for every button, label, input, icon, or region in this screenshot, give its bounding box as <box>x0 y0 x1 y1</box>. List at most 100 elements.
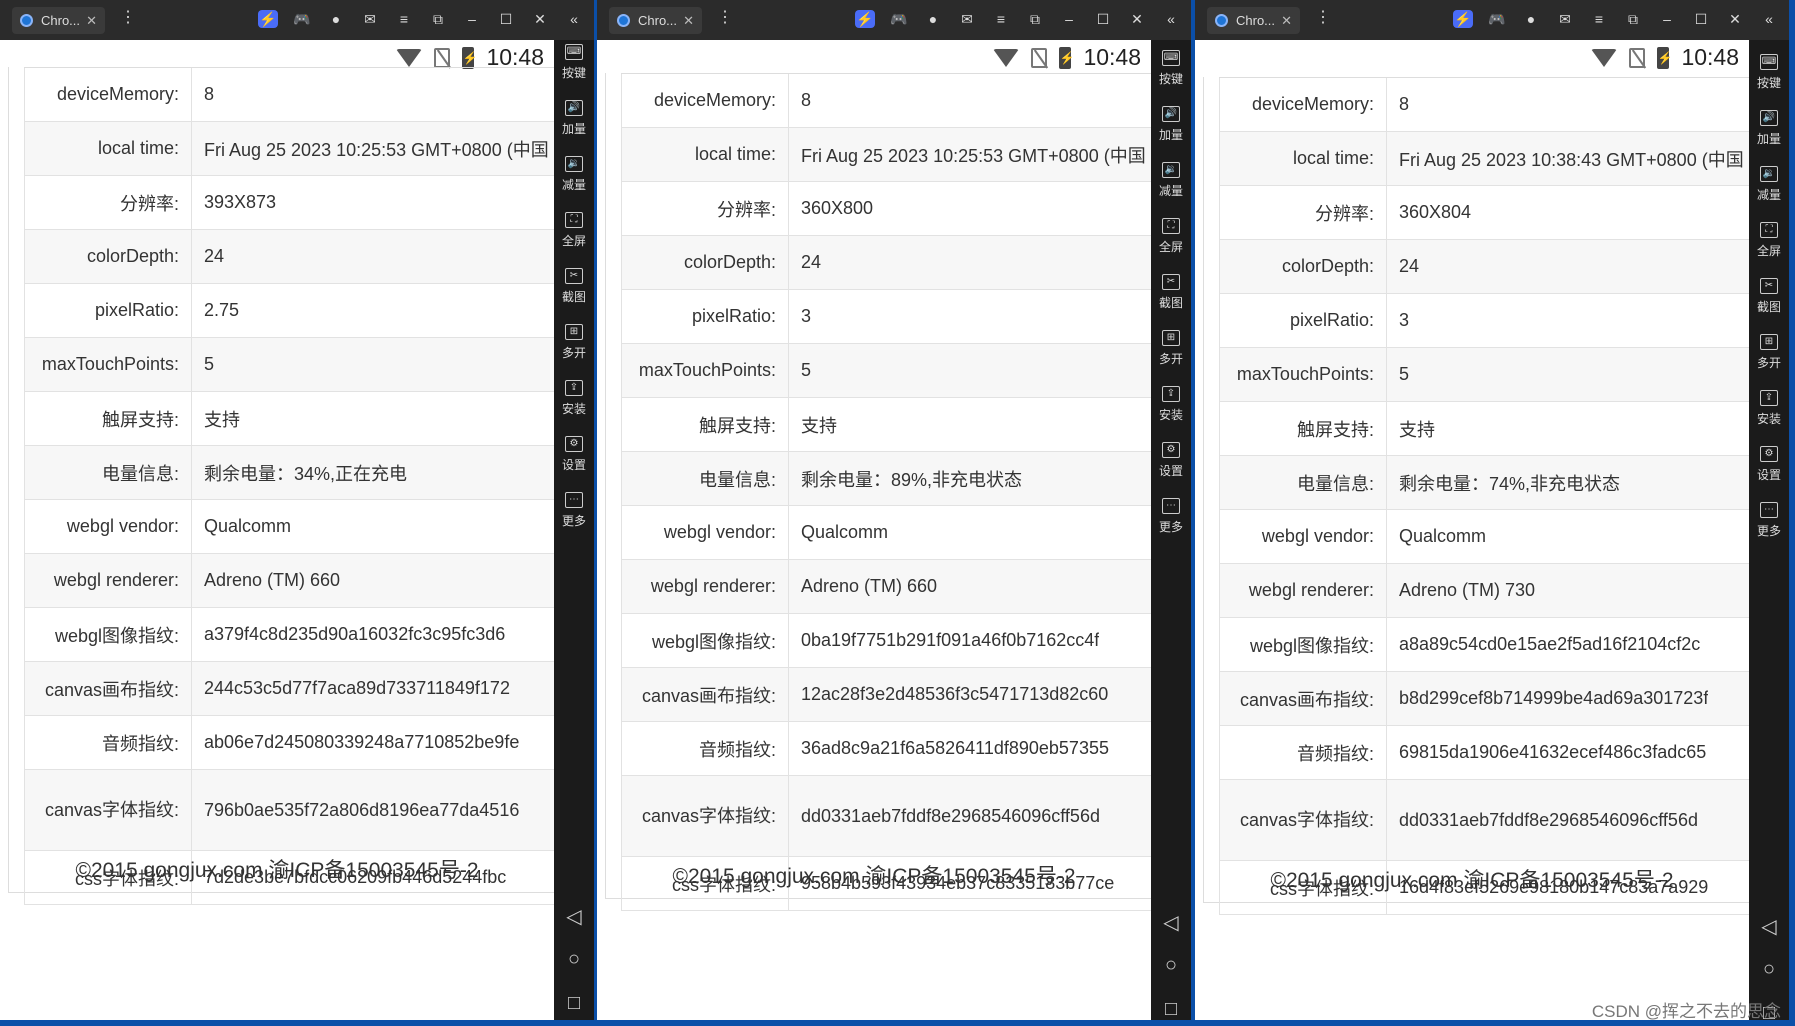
sidebar-icon: ⋯ <box>1162 498 1180 514</box>
minimize-icon[interactable]: – <box>1059 10 1079 28</box>
row-value: a379f4c8d235d90a16032fc3c95fc3d6 <box>204 624 506 644</box>
sidebar-button[interactable]: ⊞ 多开 <box>1749 334 1789 371</box>
sidebar-button[interactable]: ✂ 截图 <box>1749 278 1789 315</box>
table-row: canvas字体指纹: 796b0ae535f72a806d8196ea77da4… <box>24 770 554 851</box>
sidebar-button[interactable]: 🔉 减量 <box>554 156 594 193</box>
table-row: local time: Fri Aug 25 2023 10:25:53 GMT+… <box>24 122 554 176</box>
maximize-icon[interactable]: ☐ <box>496 10 516 28</box>
sidebar-button[interactable]: ⛶ 全屏 <box>1151 218 1191 255</box>
tab-close-icon[interactable]: ✕ <box>683 13 694 29</box>
sidebar-label: 截图 <box>561 290 586 304</box>
bolt-icon[interactable]: ⚡ <box>855 10 875 28</box>
sidebar-label: 更多 <box>561 514 586 528</box>
sidebar-button[interactable]: 🔉 减量 <box>1749 166 1789 203</box>
sidebar-button[interactable]: 🔉 减量 <box>1151 162 1191 199</box>
sidebar-button[interactable]: ✂ 截图 <box>1151 274 1191 311</box>
row-label: 电量信息: <box>622 452 789 505</box>
sidebar-icon: ⋯ <box>565 492 583 508</box>
wifi-icon <box>1591 48 1618 67</box>
bolt-icon[interactable]: ⚡ <box>258 10 278 28</box>
popout-icon[interactable]: ⧉ <box>1623 10 1643 28</box>
hamburger-menu-icon[interactable]: ≡ <box>394 10 414 28</box>
menu-kebab-icon[interactable]: ⋮ <box>1315 10 1331 26</box>
sidebar-button[interactable]: ⋯ 更多 <box>1151 498 1191 535</box>
tab-close-icon[interactable]: ✕ <box>86 13 97 29</box>
row-label: webgl vendor: <box>1220 510 1387 563</box>
bolt-icon[interactable]: ⚡ <box>1453 10 1473 28</box>
minimize-icon[interactable]: – <box>1657 10 1677 28</box>
sidebar-button[interactable]: ⇪ 安装 <box>1749 390 1789 427</box>
browser-tab[interactable]: Chro... ✕ <box>1207 7 1300 34</box>
close-icon[interactable]: ✕ <box>1127 10 1147 28</box>
table-row: webgl vendor: Qualcomm <box>1219 510 1749 564</box>
collapse-icon[interactable]: « <box>564 10 584 28</box>
gamepad-icon[interactable]: 🎮 <box>1487 10 1507 28</box>
sidebar-icon: ⇪ <box>1162 386 1180 402</box>
row-value: 3 <box>1399 310 1410 330</box>
table-row: 触屏支持: 支持 <box>1219 402 1749 456</box>
avatar-icon[interactable]: ● <box>1521 10 1541 28</box>
sidebar-button[interactable]: ⛶ 全屏 <box>554 212 594 249</box>
gamepad-icon[interactable]: 🎮 <box>292 10 312 28</box>
back-nav-icon[interactable]: ◁ <box>554 904 594 929</box>
back-nav-icon[interactable]: ◁ <box>1151 910 1191 935</box>
recents-nav-icon[interactable]: □ <box>1151 998 1191 1021</box>
row-label: 电量信息: <box>25 446 192 499</box>
status-clock: 10:48 <box>1083 44 1141 70</box>
menu-kebab-icon[interactable]: ⋮ <box>120 10 136 26</box>
home-nav-icon[interactable]: ○ <box>1749 958 1789 981</box>
sidebar-button[interactable]: ⚙ 设置 <box>1749 446 1789 483</box>
sidebar-button[interactable]: 🔊 加量 <box>1151 106 1191 143</box>
sidebar-button[interactable]: 🔊 加量 <box>1749 110 1789 147</box>
back-nav-icon[interactable]: ◁ <box>1749 914 1789 939</box>
tab-close-icon[interactable]: ✕ <box>1281 13 1292 29</box>
hamburger-menu-icon[interactable]: ≡ <box>1589 10 1609 28</box>
sidebar-button[interactable]: ⇪ 安装 <box>554 380 594 417</box>
browser-tab[interactable]: Chro... ✕ <box>609 7 702 34</box>
sidebar-label: 多开 <box>1756 356 1781 370</box>
row-value: Fri Aug 25 2023 10:25:53 GMT+0800 (中国 <box>801 145 1146 166</box>
sidebar-button[interactable]: ⊞ 多开 <box>554 324 594 361</box>
sidebar-button[interactable]: ⊞ 多开 <box>1151 330 1191 367</box>
table-row: pixelRatio: 3 <box>1219 294 1749 348</box>
sidebar-button[interactable]: ✂ 截图 <box>554 268 594 305</box>
table-row: 分辨率: 393X873 <box>24 176 554 230</box>
footer-text: ©2015 gongjux.com 渝ICP备15003545号-2 <box>1270 869 1674 892</box>
popout-icon[interactable]: ⧉ <box>428 10 448 28</box>
sidebar-button[interactable]: ⌨ 按键 <box>1151 50 1191 87</box>
sidebar-button[interactable]: ⋯ 更多 <box>1749 502 1789 539</box>
row-value: 36ad8c9a21f6a5826411df890eb57355 <box>801 738 1109 758</box>
avatar-icon[interactable]: ● <box>326 10 346 28</box>
minimize-icon[interactable]: – <box>462 10 482 28</box>
sidebar-button[interactable]: ⛶ 全屏 <box>1749 222 1789 259</box>
sidebar-button[interactable]: ⌨ 按键 <box>1749 54 1789 91</box>
sidebar-button[interactable]: ⌨ 按键 <box>554 44 594 81</box>
popout-icon[interactable]: ⧉ <box>1025 10 1045 28</box>
mail-icon[interactable]: ✉ <box>957 10 977 28</box>
home-nav-icon[interactable]: ○ <box>1151 954 1191 977</box>
mail-icon[interactable]: ✉ <box>1555 10 1575 28</box>
maximize-icon[interactable]: ☐ <box>1093 10 1113 28</box>
collapse-icon[interactable]: « <box>1161 10 1181 28</box>
close-icon[interactable]: ✕ <box>530 10 550 28</box>
gamepad-icon[interactable]: 🎮 <box>889 10 909 28</box>
row-value: 69815da1906e41632ecef486c3fadc65 <box>1399 742 1707 762</box>
home-nav-icon[interactable]: ○ <box>554 948 594 971</box>
collapse-icon[interactable]: « <box>1759 10 1779 28</box>
avatar-icon[interactable]: ● <box>923 10 943 28</box>
sidebar-button[interactable]: ⚙ 设置 <box>1151 442 1191 479</box>
sidebar-button[interactable]: 🔊 加量 <box>554 100 594 137</box>
menu-kebab-icon[interactable]: ⋮ <box>717 10 733 26</box>
mail-icon[interactable]: ✉ <box>360 10 380 28</box>
battery-icon: ⚡ <box>1657 46 1672 69</box>
recents-nav-icon[interactable]: □ <box>554 992 594 1015</box>
browser-tab[interactable]: Chro... ✕ <box>12 7 105 34</box>
sidebar-button[interactable]: ⋯ 更多 <box>554 492 594 529</box>
close-icon[interactable]: ✕ <box>1725 10 1745 28</box>
sidebar-button[interactable]: ⚙ 设置 <box>554 436 594 473</box>
maximize-icon[interactable]: ☐ <box>1691 10 1711 28</box>
sidebar-button[interactable]: ⇪ 安装 <box>1151 386 1191 423</box>
row-label: webgl vendor: <box>622 506 789 559</box>
tab-title: Chro... <box>41 13 81 28</box>
hamburger-menu-icon[interactable]: ≡ <box>991 10 1011 28</box>
